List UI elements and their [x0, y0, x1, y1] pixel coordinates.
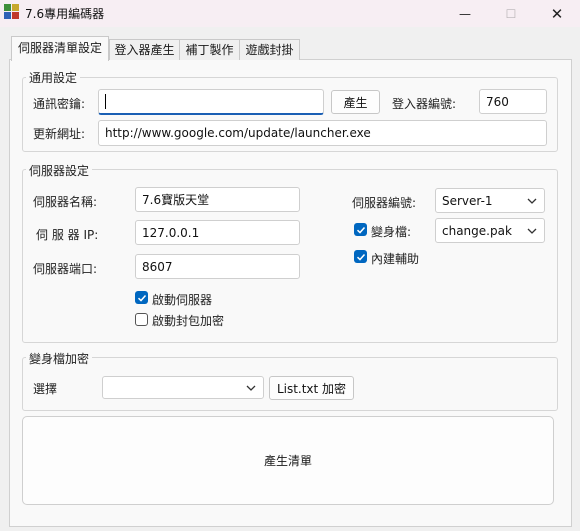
morph-file-label: 變身檔:	[371, 225, 412, 239]
general-settings-title: 通用設定	[26, 69, 81, 86]
morph-encrypt-title: 變身檔加密	[26, 350, 93, 367]
secret-label: 通訊密鑰:	[33, 97, 86, 111]
tab-label: 登入器產生	[114, 43, 175, 57]
builtin-assist-label: 內建輔助	[371, 252, 420, 266]
server-name-input[interactable]: 7.6寶版天堂	[135, 187, 300, 212]
tab-label: 伺服器清單設定	[17, 41, 102, 55]
server-name-label: 伺服器名稱:	[33, 195, 98, 209]
enable-server-checkbox[interactable]	[135, 291, 148, 304]
close-button[interactable]: ✕	[534, 0, 580, 27]
tab-patch-make[interactable]: 補丁製作	[179, 39, 240, 60]
morph-file-value: change.pak	[442, 223, 512, 238]
server-port-input[interactable]: 8607	[135, 254, 300, 279]
chevron-down-icon	[246, 385, 256, 391]
select-label: 選擇	[33, 382, 58, 396]
checkmark-icon	[137, 294, 146, 302]
update-url-label: 更新網址:	[33, 127, 86, 141]
secret-input[interactable]	[98, 89, 324, 115]
generate-key-button[interactable]: 產生	[331, 90, 380, 114]
checkmark-icon	[356, 253, 365, 261]
server-id-value: Server-1	[442, 193, 493, 208]
server-id-select[interactable]: Server-1	[435, 188, 545, 213]
tab-label: 補丁製作	[185, 43, 234, 57]
enable-server-label: 啟動伺服器	[152, 293, 213, 307]
morph-file-checkbox[interactable]	[354, 223, 367, 236]
tab-launcher-generate[interactable]: 登入器產生	[109, 39, 180, 60]
window-title: 7.6專用編碼器	[25, 7, 105, 21]
morph-encrypt-select[interactable]	[102, 376, 264, 399]
generate-list-label: 產生清單	[263, 454, 312, 468]
app-icon	[4, 4, 19, 19]
launcher-id-input[interactable]: 760	[479, 89, 547, 114]
builtin-assist-checkbox[interactable]	[354, 250, 367, 263]
minimize-icon: —	[459, 6, 471, 21]
tab-game-guard[interactable]: 遊戲封掛	[239, 39, 300, 60]
server-settings-title: 伺服器設定	[26, 162, 93, 179]
update-url-input[interactable]: http://www.google.com/update/launcher.ex…	[98, 120, 547, 146]
chevron-down-icon	[527, 228, 537, 234]
text-caret	[105, 94, 106, 109]
maximize-button[interactable]: ☐	[488, 0, 534, 27]
generate-list-button[interactable]: 產生清單	[22, 416, 554, 505]
checkmark-icon	[356, 226, 365, 234]
server-ip-input[interactable]: 127.0.0.1	[135, 220, 300, 245]
minimize-button[interactable]: —	[442, 0, 488, 27]
server-id-label: 伺服器編號:	[352, 196, 417, 210]
maximize-icon: ☐	[505, 6, 517, 21]
enable-packet-encrypt-label: 啟動封包加密	[152, 314, 225, 328]
morph-file-select[interactable]: change.pak	[435, 218, 545, 243]
launcher-id-label: 登入器編號:	[392, 97, 457, 111]
chevron-down-icon	[527, 198, 537, 204]
enable-packet-encrypt-checkbox[interactable]	[135, 313, 148, 326]
tab-server-list[interactable]: 伺服器清單設定	[11, 36, 109, 61]
close-icon: ✕	[550, 4, 564, 23]
tab-label: 遊戲封掛	[245, 43, 294, 57]
server-port-label: 伺服器端口:	[33, 262, 98, 276]
server-ip-label: 伺 服 器 IP:	[36, 228, 99, 242]
list-encrypt-button[interactable]: List.txt 加密	[269, 376, 354, 400]
